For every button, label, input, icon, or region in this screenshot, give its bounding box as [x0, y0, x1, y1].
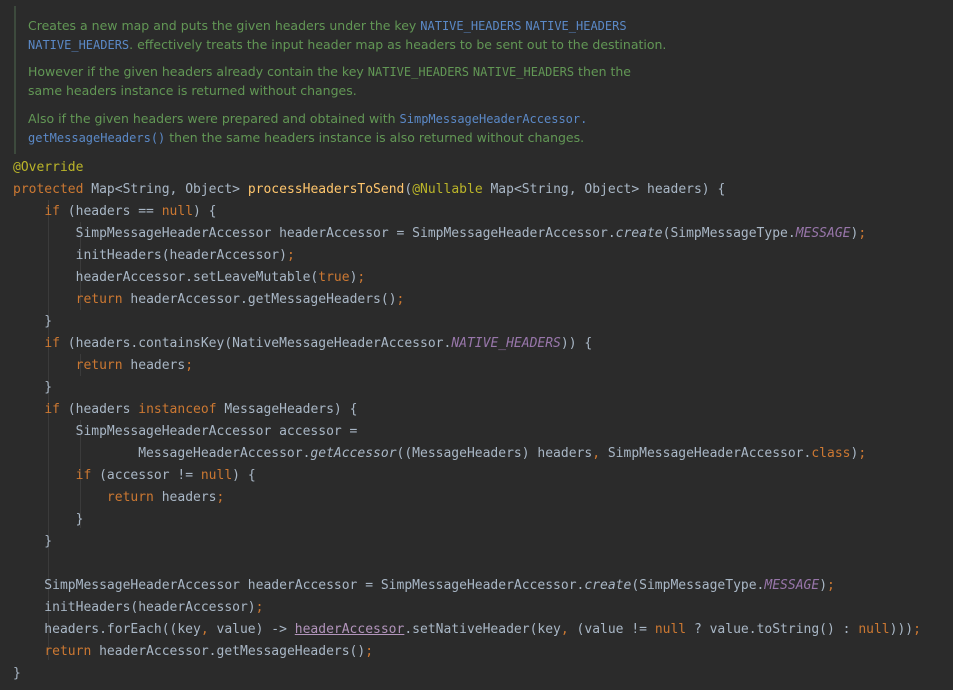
- code-line: return headers;: [75, 358, 194, 373]
- code-line: initHeaders(headerAccessor);: [13, 248, 295, 263]
- code-editor[interactable]: Creates a new map and puts the given hea…: [0, 0, 953, 690]
- code-line: if (accessor != null) {: [75, 468, 256, 483]
- code-line: SimpMessageHeaderAccessor accessor =: [13, 424, 358, 439]
- code-line: MessageHeaderAccessor.getAccessor((Messa…: [13, 446, 867, 461]
- code-line: return headerAccessor.getMessageHeaders(…: [75, 292, 405, 307]
- code-line: if (headers instanceof MessageHeaders) {: [44, 402, 358, 417]
- code-line: @Override: [13, 160, 84, 175]
- code-line: headers.forEach((key, value) -> headerAc…: [13, 622, 921, 637]
- method-name[interactable]: processHeadersToSend: [248, 182, 405, 197]
- doc-link[interactable]: SimpMessageHeaderAccessor.: [400, 112, 588, 126]
- code-line: initHeaders(headerAccessor);: [13, 600, 264, 615]
- code-line: protected Map<String, Object> processHea…: [13, 182, 726, 197]
- code-line: return headers;: [106, 490, 225, 505]
- captured-variable[interactable]: headerAccessor: [295, 622, 405, 637]
- doc-link[interactable]: NATIVE_HEADERS: [28, 38, 129, 52]
- javadoc-rendered: Creates a new map and puts the given hea…: [14, 6, 946, 154]
- doc-link[interactable]: getMessageHeaders(): [28, 131, 165, 145]
- doc-line-5: Also if the given headers were prepared …: [28, 111, 588, 126]
- doc-link[interactable]: NATIVE_HEADERS: [525, 19, 626, 33]
- doc-line-4: same headers instance is returned withou…: [28, 83, 357, 98]
- code-line: SimpMessageHeaderAccessor headerAccessor…: [13, 578, 835, 593]
- code-line: }: [13, 314, 53, 329]
- code-line: if (headers == null) {: [44, 204, 217, 219]
- code-line: }: [13, 380, 53, 395]
- code-line: }: [13, 534, 53, 549]
- code-line: return headerAccessor.getMessageHeaders(…: [44, 644, 374, 659]
- doc-line-1: Creates a new map and puts the given hea…: [28, 18, 627, 33]
- code-line: headerAccessor.setLeaveMutable(true);: [13, 270, 366, 285]
- code-line: if (headers.containsKey(NativeMessageHea…: [44, 336, 593, 351]
- code-line: }: [13, 512, 84, 527]
- doc-line-6: getMessageHeaders() then the same header…: [28, 130, 585, 145]
- doc-line-3: However if the given headers already con…: [28, 64, 631, 79]
- code-block[interactable]: @Override protected Map<String, Object> …: [13, 157, 921, 685]
- doc-link[interactable]: NATIVE_HEADERS: [420, 19, 521, 33]
- code-line: }: [13, 666, 21, 681]
- code-line: SimpMessageHeaderAccessor headerAccessor…: [13, 226, 867, 241]
- doc-line-2: NATIVE_HEADERS. effectively treats the i…: [28, 37, 667, 52]
